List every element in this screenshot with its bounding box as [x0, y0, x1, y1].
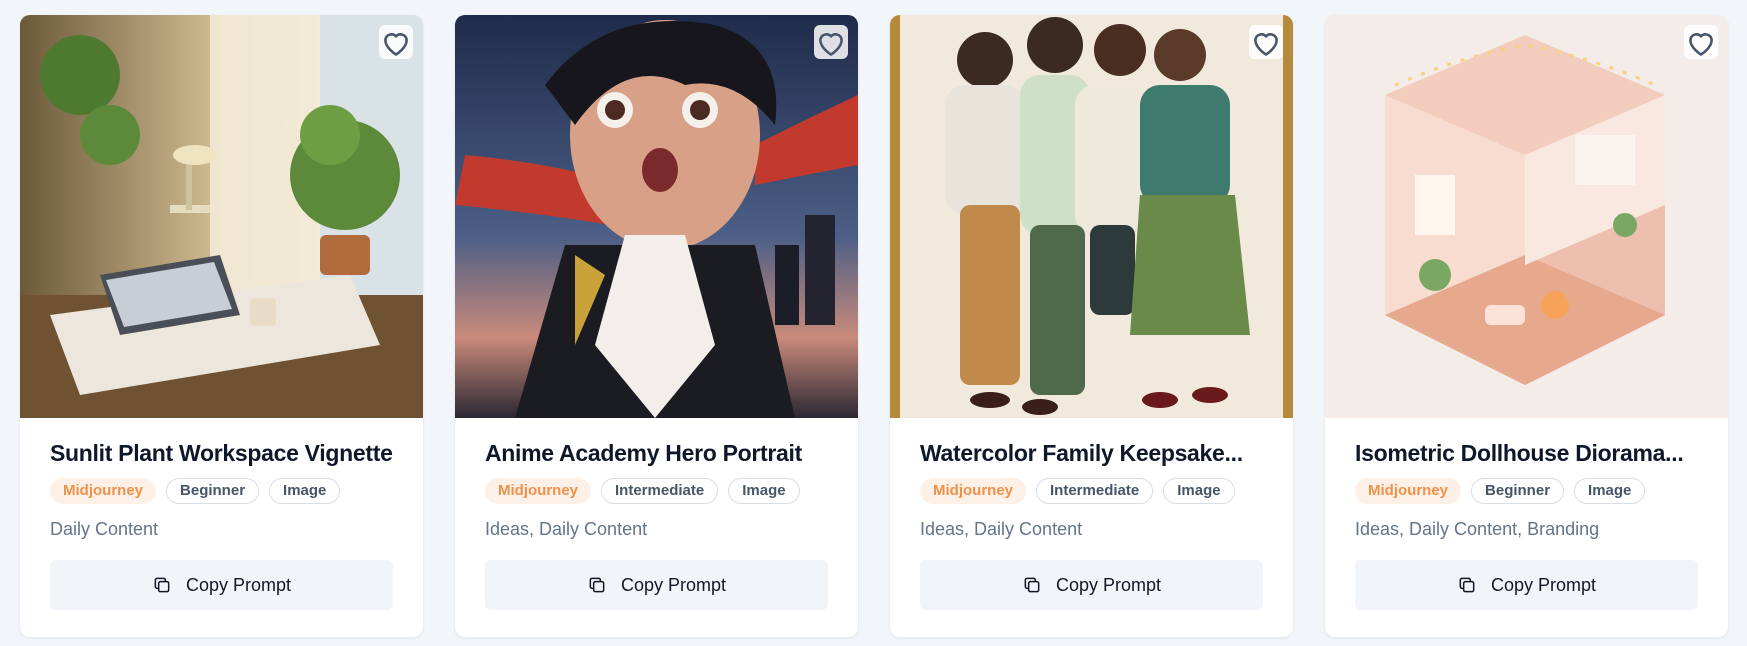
- prompt-card[interactable]: Isometric Dollhouse Diorama... Midjourne…: [1325, 15, 1728, 637]
- card-title[interactable]: Anime Academy Hero Portrait: [485, 438, 828, 468]
- card-title[interactable]: Sunlit Plant Workspace Vignette: [50, 438, 393, 468]
- favorite-button[interactable]: [1684, 25, 1718, 59]
- card-title[interactable]: Watercolor Family Keepsake...: [920, 438, 1263, 468]
- copy-prompt-button[interactable]: Copy Prompt: [50, 560, 393, 610]
- card-thumbnail[interactable]: [455, 15, 858, 418]
- heart-icon: [384, 32, 408, 56]
- prompt-card[interactable]: Sunlit Plant Workspace Vignette Midjourn…: [20, 15, 423, 637]
- model-tag[interactable]: Midjourney: [1355, 478, 1462, 504]
- card-tags: Midjourney Intermediate Image: [920, 478, 1263, 504]
- card-tags: Midjourney Beginner Image: [1355, 478, 1698, 504]
- copy-prompt-label: Copy Prompt: [185, 574, 292, 595]
- prompt-card[interactable]: Watercolor Family Keepsake... Midjourney…: [890, 15, 1293, 637]
- card-thumbnail[interactable]: [890, 15, 1293, 418]
- copy-icon: [589, 577, 605, 593]
- favorite-button[interactable]: [814, 25, 848, 59]
- card-categories: Ideas, Daily Content: [485, 519, 648, 539]
- card-thumbnail[interactable]: [20, 15, 423, 418]
- level-tag[interactable]: Intermediate: [1036, 478, 1154, 504]
- model-tag[interactable]: Midjourney: [920, 478, 1027, 504]
- copy-icon: [1024, 577, 1040, 593]
- heart-icon: [1689, 32, 1713, 56]
- copy-prompt-button[interactable]: Copy Prompt: [1355, 560, 1698, 610]
- prompt-card-grid: Sunlit Plant Workspace Vignette Midjourn…: [20, 15, 1728, 637]
- model-tag[interactable]: Midjourney: [50, 478, 157, 504]
- card-categories: Ideas, Daily Content: [920, 519, 1083, 539]
- type-tag[interactable]: Image: [269, 478, 341, 504]
- watercolor-family-image: [890, 15, 1293, 418]
- card-body: Anime Academy Hero Portrait Midjourney I…: [455, 418, 858, 610]
- card-thumbnail[interactable]: [1325, 15, 1728, 418]
- prompt-card[interactable]: Anime Academy Hero Portrait Midjourney I…: [455, 15, 858, 637]
- card-categories: Ideas, Daily Content, Branding: [1355, 519, 1600, 539]
- card-title[interactable]: Isometric Dollhouse Diorama...: [1355, 438, 1698, 468]
- type-tag[interactable]: Image: [1163, 478, 1235, 504]
- card-body: Sunlit Plant Workspace Vignette Midjourn…: [20, 418, 423, 610]
- card-tags: Midjourney Intermediate Image: [485, 478, 828, 504]
- favorite-button[interactable]: [379, 25, 413, 59]
- favorite-button[interactable]: [1249, 25, 1283, 59]
- copy-prompt-button[interactable]: Copy Prompt: [485, 560, 828, 610]
- level-tag[interactable]: Beginner: [166, 478, 260, 504]
- isometric-dollhouse-image: [1325, 15, 1728, 418]
- card-categories: Daily Content: [50, 519, 159, 539]
- heart-icon: [819, 32, 843, 56]
- copy-prompt-button[interactable]: Copy Prompt: [920, 560, 1263, 610]
- type-tag[interactable]: Image: [728, 478, 800, 504]
- copy-prompt-label: Copy Prompt: [1490, 574, 1597, 595]
- anime-portrait-image: [455, 15, 858, 418]
- card-body: Watercolor Family Keepsake... Midjourney…: [890, 418, 1293, 610]
- copy-prompt-label: Copy Prompt: [1055, 574, 1162, 595]
- level-tag[interactable]: Beginner: [1471, 478, 1565, 504]
- plant-workspace-image: [20, 15, 423, 418]
- card-tags: Midjourney Beginner Image: [50, 478, 393, 504]
- card-body: Isometric Dollhouse Diorama... Midjourne…: [1325, 418, 1728, 610]
- heart-icon: [1254, 32, 1278, 56]
- model-tag[interactable]: Midjourney: [485, 478, 592, 504]
- copy-prompt-label: Copy Prompt: [620, 574, 727, 595]
- copy-icon: [1459, 577, 1475, 593]
- level-tag[interactable]: Intermediate: [601, 478, 719, 504]
- copy-icon: [154, 577, 170, 593]
- type-tag[interactable]: Image: [1574, 478, 1646, 504]
